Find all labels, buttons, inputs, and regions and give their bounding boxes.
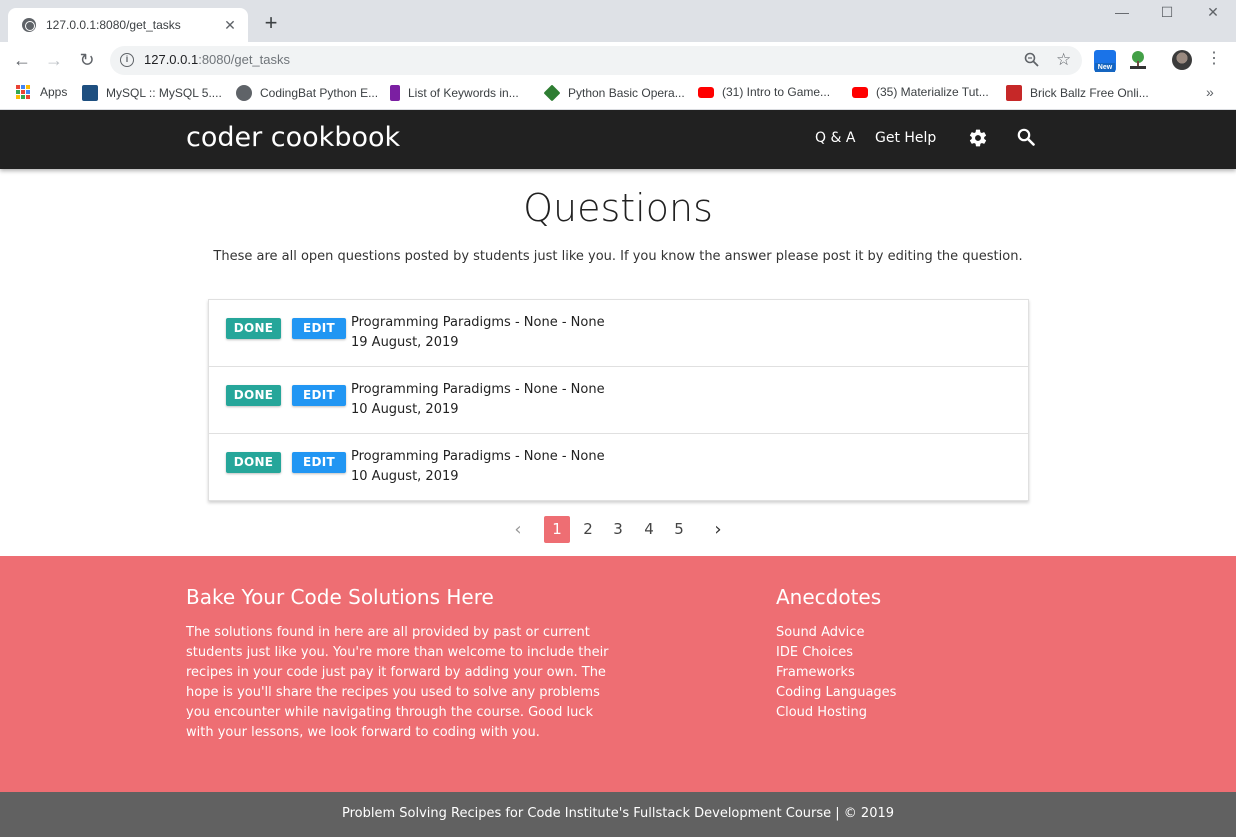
browser-tab[interactable]: 127.0.0.1:8080/get_tasks ✕ <box>8 8 248 42</box>
question-title: Programming Paradigms - None - None <box>351 449 605 464</box>
tab-close-icon[interactable]: ✕ <box>222 17 238 34</box>
page-title: Questions <box>523 186 713 230</box>
question-date: 10 August, 2019 <box>351 402 459 417</box>
new-extension-icon[interactable]: New <box>1094 50 1116 72</box>
question-title: Programming Paradigms - None - None <box>351 382 605 397</box>
footer-link-coding-languages[interactable]: Coding Languages <box>776 683 896 703</box>
footer-link-frameworks[interactable]: Frameworks <box>776 663 896 683</box>
page-content: coder cookbook Q & A Get Help Questions … <box>0 110 1236 837</box>
bookmark-python-operators[interactable]: Python Basic Opera... <box>543 84 685 102</box>
bookmark-keywords[interactable]: List of Keywords in... <box>390 85 519 101</box>
address-bar[interactable]: i 127.0.0.1:8080/get_tasks ☆ <box>110 46 1082 75</box>
footer-copyright-bar: Problem Solving Recipes for Code Institu… <box>0 792 1236 837</box>
list-item: DONE EDIT Programming Paradigms - None -… <box>209 434 1028 501</box>
browser-tabstrip: 127.0.0.1:8080/get_tasks ✕ + — ☐ ✕ <box>0 0 1236 42</box>
list-item: DONE EDIT Programming Paradigms - None -… <box>209 367 1028 434</box>
edit-button[interactable]: EDIT <box>292 452 346 473</box>
page-link-1[interactable]: 1 <box>544 516 570 543</box>
back-arrow-icon[interactable]: ← <box>10 48 34 72</box>
browser-menu-icon[interactable]: ⋮ <box>1206 50 1222 68</box>
footer-about-title: Bake Your Code Solutions Here <box>186 585 494 609</box>
done-button[interactable]: DONE <box>226 385 281 406</box>
bookmark-star-icon[interactable]: ☆ <box>1056 50 1071 70</box>
bookmark-youtube-games[interactable]: (31) Intro to Game... <box>698 85 830 99</box>
profile-avatar[interactable] <box>1172 50 1192 70</box>
site-info-icon[interactable]: i <box>120 53 134 67</box>
chevron-left-icon[interactable]: ‹ <box>505 516 531 543</box>
page-link-5[interactable]: 5 <box>666 516 692 543</box>
page-link-4[interactable]: 4 <box>636 516 662 543</box>
apps-grid-icon <box>16 85 30 99</box>
footer-links: Sound Advice IDE Choices Frameworks Codi… <box>776 623 896 723</box>
copyright-text: Problem Solving Recipes for Code Institu… <box>341 806 895 821</box>
globe-icon <box>236 85 252 101</box>
done-button[interactable]: DONE <box>226 318 281 339</box>
bookmarks-overflow-icon[interactable]: » <box>1206 84 1214 100</box>
bookmarks-bar: Apps MySQL :: MySQL 5.... CodingBat Pyth… <box>0 78 1236 110</box>
footer-link-sound-advice[interactable]: Sound Advice <box>776 623 896 643</box>
site-footer: Bake Your Code Solutions Here The soluti… <box>0 556 1236 792</box>
game-icon <box>1006 85 1022 101</box>
bookmark-youtube-materialize[interactable]: (35) Materialize Tut... <box>852 85 989 99</box>
nav-link-qa[interactable]: Q & A <box>815 130 855 146</box>
mysql-icon <box>82 85 98 101</box>
maximize-button[interactable]: ☐ <box>1157 4 1177 21</box>
reload-icon[interactable]: ↻ <box>75 48 99 72</box>
edit-button[interactable]: EDIT <box>292 318 346 339</box>
footer-link-cloud-hosting[interactable]: Cloud Hosting <box>776 703 896 723</box>
html-tree-extension-icon[interactable] <box>1128 50 1150 72</box>
page-subtitle: These are all open questions posted by s… <box>213 249 1023 264</box>
edit-button[interactable]: EDIT <box>292 385 346 406</box>
bookmark-mysql[interactable]: MySQL :: MySQL 5.... <box>82 85 222 101</box>
list-item: DONE EDIT Programming Paradigms - None -… <box>209 300 1028 367</box>
youtube-icon <box>852 86 868 98</box>
tab-title: 127.0.0.1:8080/get_tasks <box>46 18 181 32</box>
nav-link-get-help[interactable]: Get Help <box>875 130 936 146</box>
bookmark-codingbat[interactable]: CodingBat Python E... <box>236 85 378 101</box>
questions-list: DONE EDIT Programming Paradigms - None -… <box>208 299 1029 501</box>
brand-logo[interactable]: coder cookbook <box>186 122 400 153</box>
globe-icon <box>22 18 36 32</box>
url-text[interactable]: 127.0.0.1:8080/get_tasks <box>144 52 290 67</box>
footer-link-ide-choices[interactable]: IDE Choices <box>776 643 896 663</box>
footer-links-title: Anecdotes <box>776 585 882 609</box>
pagination: ‹ 1 2 3 4 5 › <box>0 516 1236 544</box>
question-date: 19 August, 2019 <box>351 335 459 350</box>
p-icon <box>390 85 400 101</box>
minimize-button[interactable]: — <box>1112 4 1132 20</box>
done-button[interactable]: DONE <box>226 452 281 473</box>
question-date: 10 August, 2019 <box>351 469 459 484</box>
page-link-3[interactable]: 3 <box>605 516 631 543</box>
close-window-button[interactable]: ✕ <box>1203 4 1223 21</box>
diamond-icon <box>543 84 561 102</box>
forward-arrow-icon[interactable]: → <box>42 48 66 72</box>
settings-gear-icon[interactable] <box>968 128 988 151</box>
zoom-search-icon[interactable] <box>1024 52 1039 71</box>
footer-about-text: The solutions found in here are all prov… <box>186 625 609 740</box>
browser-toolbar: ← → ↻ i 127.0.0.1:8080/get_tasks ☆ New ⋮ <box>0 42 1236 78</box>
chevron-right-icon[interactable]: › <box>705 516 731 543</box>
search-icon[interactable] <box>1017 128 1035 149</box>
new-tab-button[interactable]: + <box>260 12 282 34</box>
bookmark-brick-ballz[interactable]: Brick Ballz Free Onli... <box>1006 85 1149 101</box>
bookmark-apps[interactable]: Apps <box>16 85 67 99</box>
page-link-2[interactable]: 2 <box>575 516 601 543</box>
question-title: Programming Paradigms - None - None <box>351 315 605 330</box>
site-navbar: coder cookbook Q & A Get Help <box>0 110 1236 169</box>
youtube-icon <box>698 86 714 98</box>
